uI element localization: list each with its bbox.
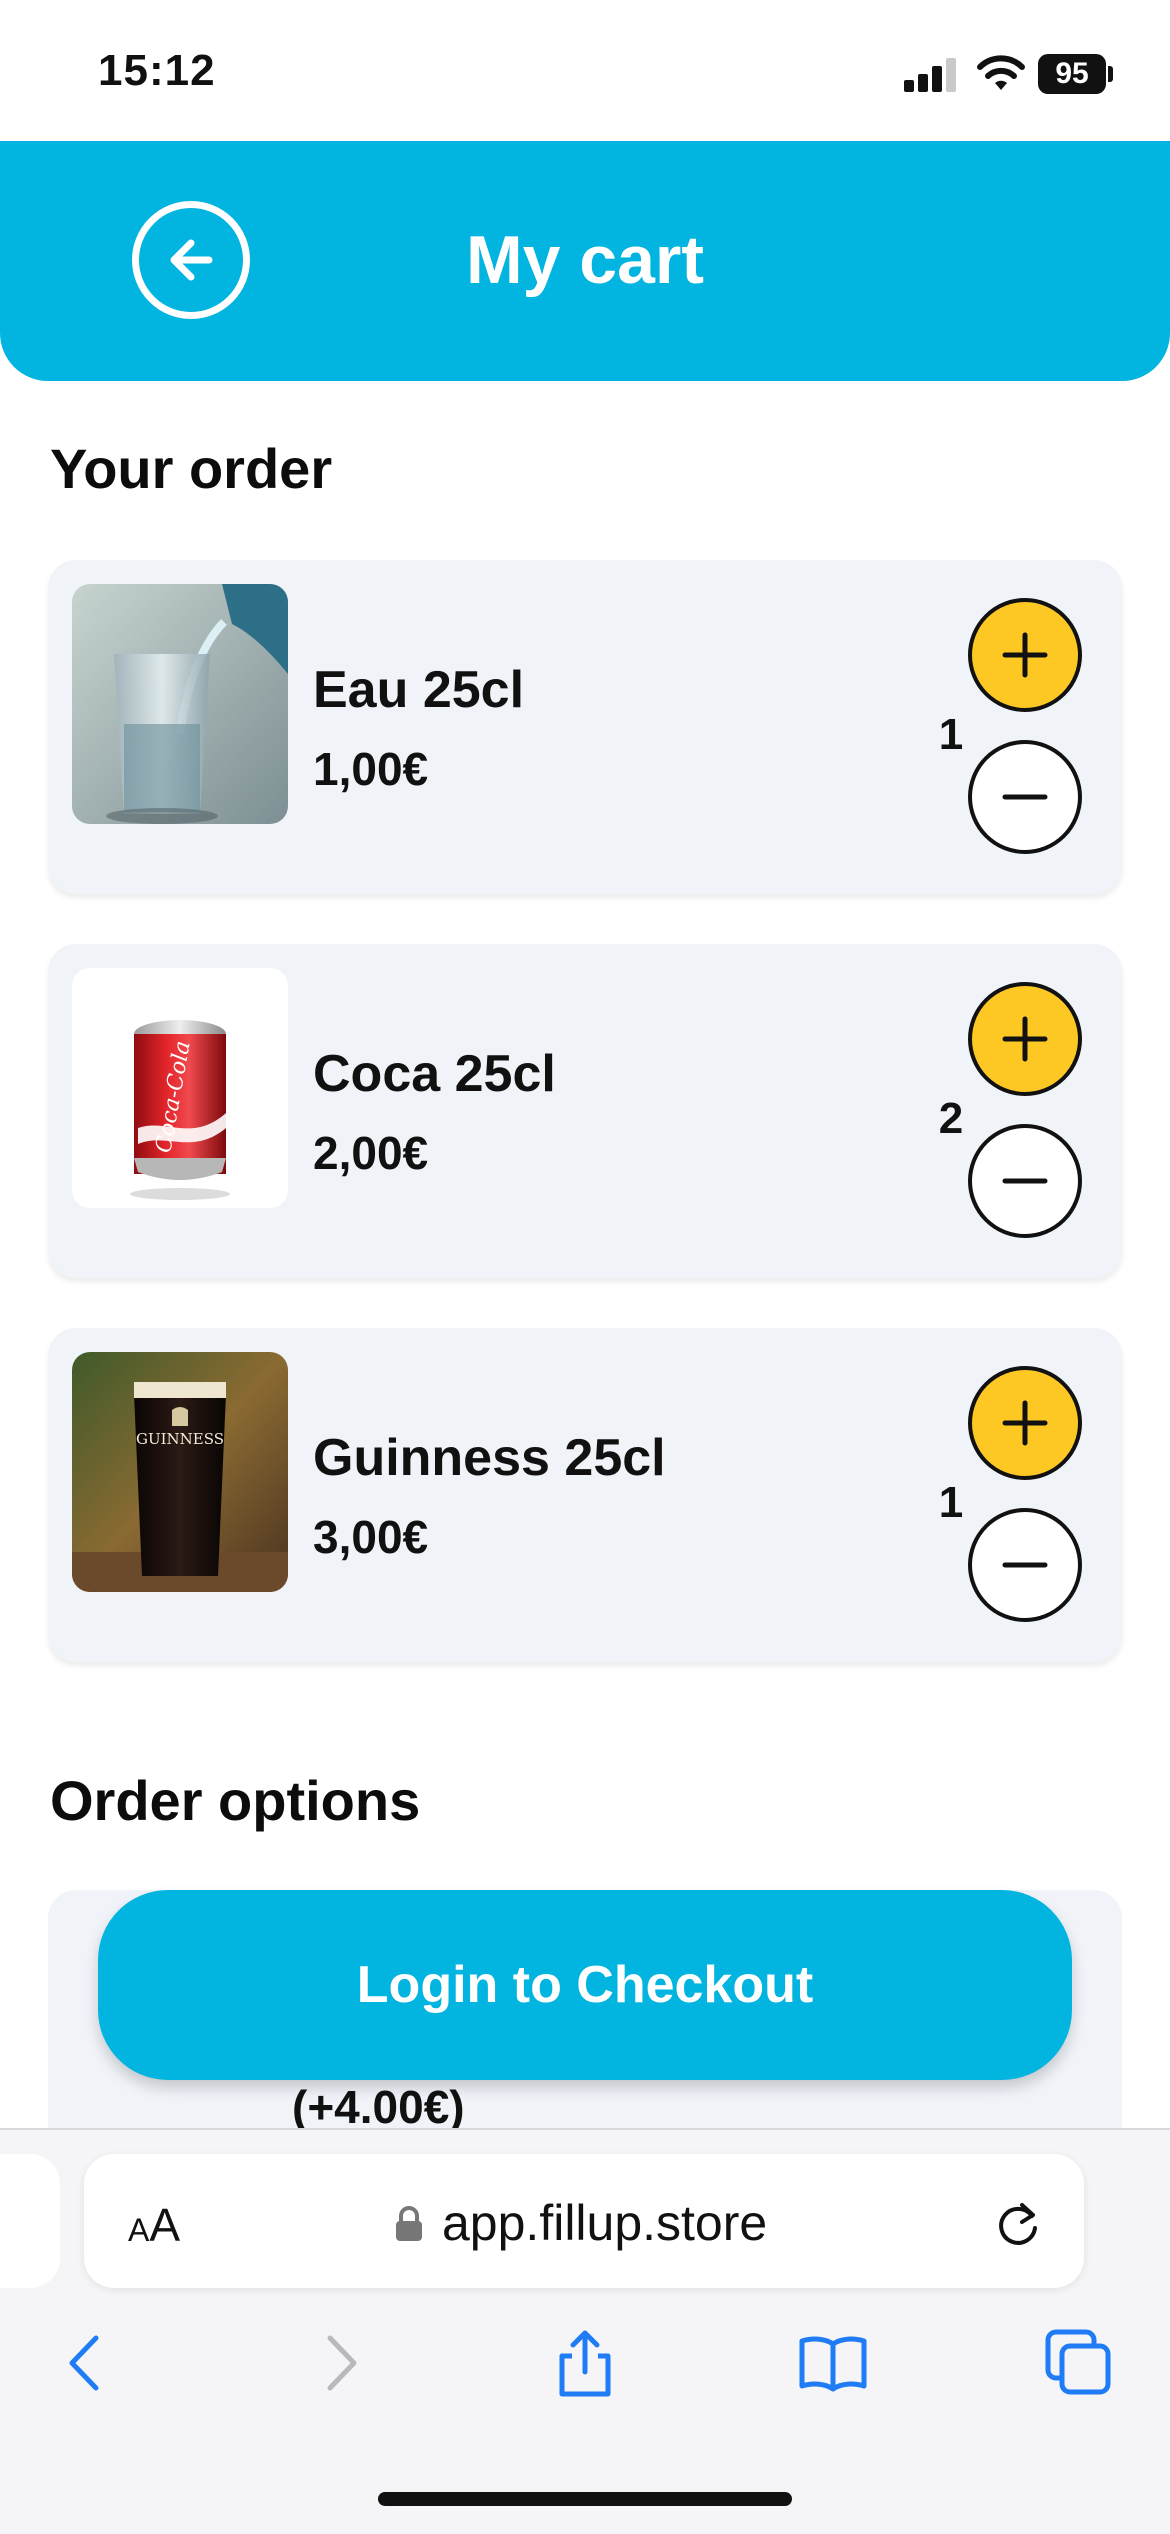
decrease-quantity-button[interactable] — [968, 1508, 1082, 1622]
login-to-checkout-button[interactable]: Login to Checkout — [98, 1890, 1072, 2080]
product-image-water — [72, 584, 288, 824]
lock-icon — [396, 2206, 422, 2241]
status-time: 15:12 — [98, 46, 216, 95]
plus-icon — [1002, 632, 1048, 678]
increase-quantity-button[interactable] — [968, 982, 1082, 1096]
plus-icon — [1002, 1016, 1048, 1062]
forward-arrow-icon[interactable] — [304, 2328, 374, 2398]
app-header: My cart — [0, 141, 1170, 381]
text-size-button[interactable]: AA — [128, 2198, 180, 2252]
order-section-title: Your order — [50, 437, 333, 500]
item-name: Guinness 25cl — [313, 1429, 666, 1487]
product-image-guinness: GUINNESS — [72, 1352, 288, 1592]
increase-quantity-button[interactable] — [968, 1366, 1082, 1480]
minus-icon — [1002, 794, 1048, 800]
cellular-signal-icon — [904, 58, 958, 92]
product-image-coca-can: Coca-Cola — [72, 968, 288, 1208]
bookmarks-icon[interactable] — [798, 2328, 868, 2398]
previous-tab-preview[interactable] — [0, 2154, 60, 2288]
decrease-quantity-button[interactable] — [968, 1124, 1082, 1238]
item-quantity: 1 — [938, 710, 964, 759]
options-section-title: Order options — [50, 1769, 421, 1832]
item-price: 2,00€ — [313, 1127, 429, 1179]
wifi-icon — [977, 55, 1025, 90]
option-price-label: (+4.00€) — [292, 2081, 465, 2133]
battery-icon: 95 — [1038, 54, 1106, 94]
cart-item: Eau 25cl 1,00€ 1 — [48, 560, 1122, 894]
item-price: 3,00€ — [313, 1511, 429, 1563]
url-text: app.fillup.store — [442, 2195, 768, 2251]
share-icon[interactable] — [550, 2328, 620, 2398]
battery-tip — [1108, 66, 1113, 82]
plus-icon — [1002, 1400, 1048, 1446]
page-title: My cart — [465, 222, 705, 298]
reload-icon[interactable] — [992, 2198, 1044, 2250]
back-arrow-icon[interactable] — [52, 2328, 122, 2398]
item-quantity: 2 — [938, 1094, 964, 1143]
item-price: 1,00€ — [313, 743, 429, 795]
status-bar: 15:12 95 — [0, 0, 1170, 140]
item-name: Eau 25cl — [313, 661, 525, 719]
item-quantity: 1 — [938, 1478, 964, 1527]
tabs-icon[interactable] — [1044, 2328, 1114, 2398]
decrease-quantity-button[interactable] — [968, 740, 1082, 854]
svg-text:GUINNESS: GUINNESS — [136, 1430, 224, 1448]
cart-item: Coca-Cola Coca 25cl 2,00€ 2 — [48, 944, 1122, 1278]
browser-toolbar: AA app.fillup.store — [0, 2128, 1170, 2534]
item-name: Coca 25cl — [313, 1045, 556, 1103]
address-bar[interactable]: AA app.fillup.store — [84, 2154, 1084, 2288]
minus-icon — [1002, 1562, 1048, 1568]
cart-item: GUINNESS Guinness 25cl 3,00€ 1 — [48, 1328, 1122, 1662]
increase-quantity-button[interactable] — [968, 598, 1082, 712]
battery-level: 95 — [1055, 57, 1089, 90]
minus-icon — [1002, 1178, 1048, 1184]
home-indicator — [378, 2492, 792, 2506]
